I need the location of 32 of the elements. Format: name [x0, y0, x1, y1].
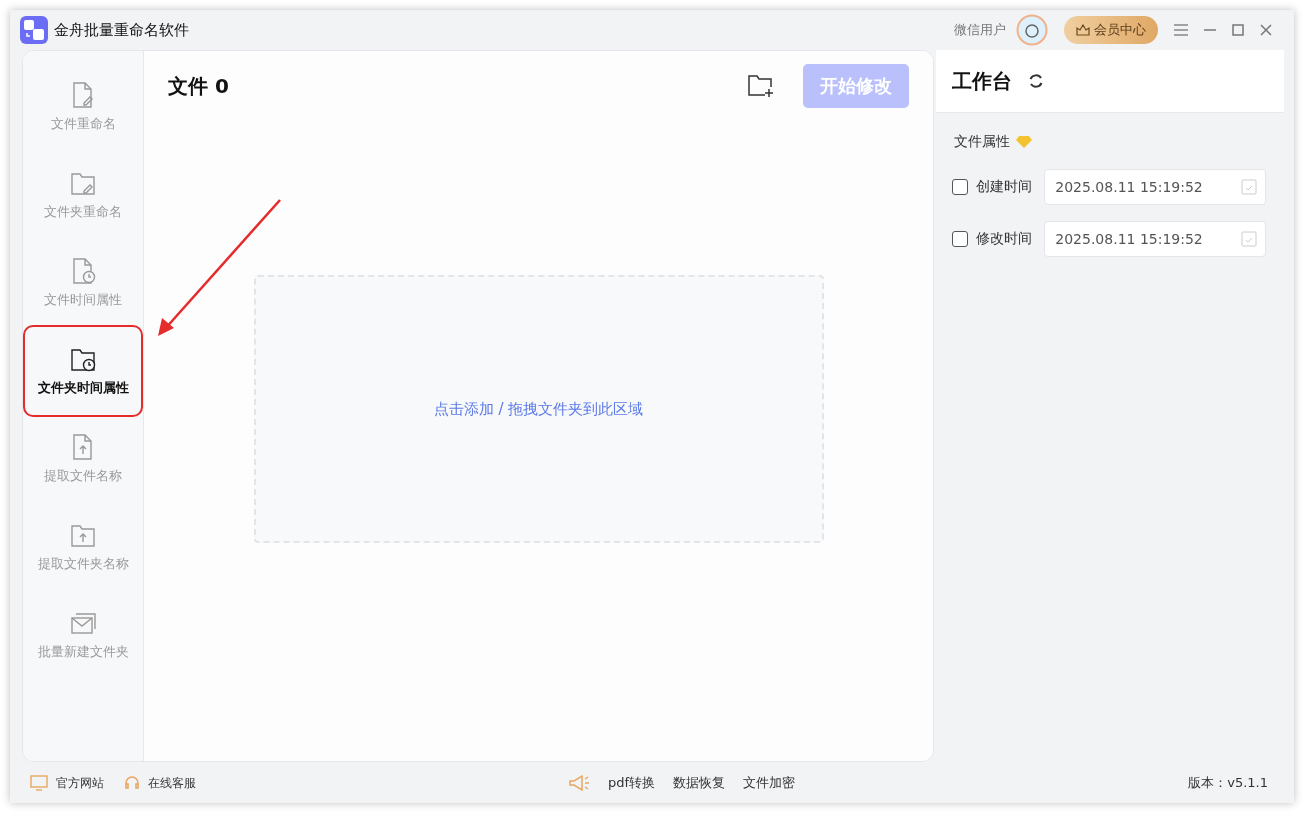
workbench-title: 工作台 [952, 67, 1013, 95]
footer-link[interactable]: 数据恢复 [673, 774, 726, 792]
footer-link[interactable]: 在线客服 [124, 774, 196, 792]
crown-icon [1076, 24, 1090, 36]
drop-zone[interactable]: 点击添加 / 拖拽文件夹到此区域 [253, 275, 824, 543]
megaphone-icon [568, 774, 590, 792]
footer-link[interactable]: 官方网站 [30, 774, 104, 792]
datetime-field[interactable]: 2025.08.11 15:19:52 [1044, 169, 1266, 205]
app-logo-icon [20, 16, 48, 44]
diamond-icon [1016, 136, 1033, 148]
datetime-field[interactable]: 2025.08.11 15:19:52 [1044, 221, 1266, 257]
checkbox[interactable] [952, 231, 969, 247]
file-count-title: 文件 0 [168, 72, 230, 100]
sidebar-item[interactable]: 文件夹时间属性 [23, 325, 143, 417]
menu-icon[interactable] [1174, 24, 1188, 36]
footer-link[interactable]: pdf转换 [608, 774, 656, 792]
field-label: 修改时间 [976, 230, 1034, 248]
headset-icon [124, 775, 140, 791]
section-title: 文件属性 [954, 133, 1011, 151]
monitor-icon [30, 775, 48, 791]
close-icon[interactable] [1260, 24, 1272, 36]
refresh-icon[interactable] [1028, 73, 1045, 89]
maximize-icon[interactable] [1232, 24, 1244, 36]
avatar-icon[interactable] [1016, 14, 1048, 46]
checkbox[interactable] [952, 179, 969, 195]
version-text: 版本：v5.1.1 [1188, 774, 1268, 792]
window-title: 金舟批量重命名软件 [54, 20, 189, 40]
user-name: 微信用户 [954, 21, 1006, 39]
field-label: 创建时间 [976, 178, 1034, 196]
vip-center-button[interactable]: 会员中心 [1064, 16, 1158, 44]
add-folder-icon[interactable] [747, 73, 776, 99]
footer-link[interactable]: 文件加密 [743, 774, 796, 792]
